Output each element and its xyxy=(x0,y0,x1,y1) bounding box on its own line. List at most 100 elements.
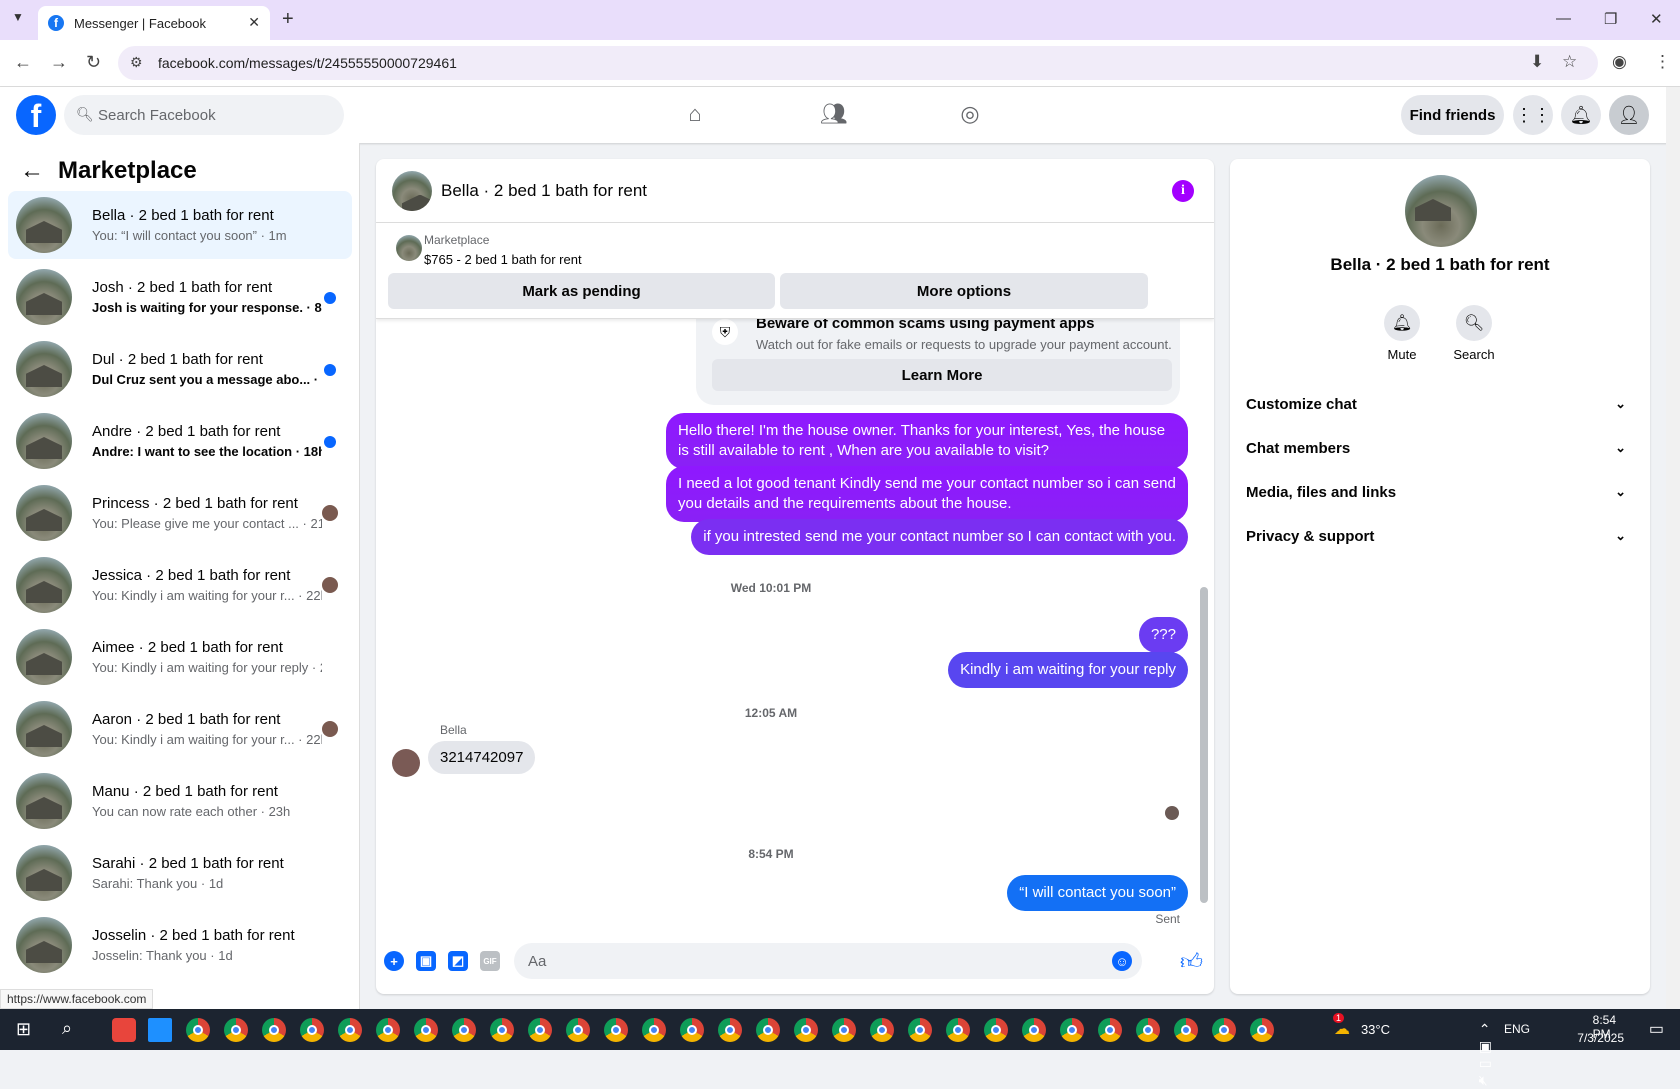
chrome-window-icon[interactable] xyxy=(528,1018,552,1042)
mute-button[interactable]: 🔔︎ Mute xyxy=(1372,305,1432,362)
conversation-item[interactable]: Sarahi · 2 bed 1 bath for rent Sarahi: Th… xyxy=(8,839,352,907)
info-icon[interactable]: i xyxy=(1172,180,1194,202)
details-avatar[interactable] xyxy=(1405,175,1477,247)
chrome-window-icon[interactable] xyxy=(186,1018,210,1042)
conversation-item[interactable]: Manu · 2 bed 1 bath for rent You can now … xyxy=(8,767,352,835)
sender-avatar[interactable] xyxy=(392,749,420,777)
paint-app-icon[interactable] xyxy=(112,1018,136,1042)
learn-more-button[interactable]: Learn More xyxy=(712,359,1172,391)
url-field[interactable]: ⚙ facebook.com/messages/t/24555550000729… xyxy=(118,46,1598,80)
chrome-window-icon[interactable] xyxy=(338,1018,362,1042)
chrome-window-icon[interactable] xyxy=(262,1018,286,1042)
tray-icons[interactable]: ⌃ ▣ ▭ 🔇︎ xyxy=(1479,1021,1492,1089)
conversation-item[interactable]: Jessica · 2 bed 1 bath for rent You: Kind… xyxy=(8,551,352,619)
chrome-window-icon[interactable] xyxy=(414,1018,438,1042)
chrome-window-icon[interactable] xyxy=(1060,1018,1084,1042)
page-scrollbar[interactable] xyxy=(1666,87,1680,1009)
chrome-window-icon[interactable] xyxy=(718,1018,742,1042)
incoming-message[interactable]: 3214742097 xyxy=(428,741,536,774)
notifications-bell-icon[interactable]: 🔔︎ xyxy=(1561,95,1601,135)
privacy-support-section[interactable]: Privacy & support ⌄ xyxy=(1246,514,1634,558)
menu-grid-icon[interactable]: ⋮⋮ xyxy=(1513,95,1553,135)
forward-arrow-icon[interactable]: → xyxy=(50,52,68,73)
minimize-icon[interactable]: — xyxy=(1556,10,1571,27)
customize-chat-section[interactable]: Customize chat ⌄ xyxy=(1246,382,1634,426)
outgoing-message[interactable]: if you intrested send me your contact nu… xyxy=(691,519,1188,555)
home-icon[interactable]: ⌂ xyxy=(682,101,708,127)
conversation-item[interactable]: Aaron · 2 bed 1 bath for rent You: Kindly… xyxy=(8,695,352,763)
site-settings-icon[interactable]: ⚙ xyxy=(130,54,143,71)
close-tab-icon[interactable]: ✕ xyxy=(248,14,260,31)
chrome-window-icon[interactable] xyxy=(1022,1018,1046,1042)
scrollbar-thumb[interactable] xyxy=(1200,587,1208,903)
groups-icon[interactable]: ◎ xyxy=(957,101,983,127)
more-options-button[interactable]: More options xyxy=(780,273,1148,309)
search-in-chat-button[interactable]: 🔍︎ Search xyxy=(1444,305,1504,362)
chrome-window-icon[interactable] xyxy=(870,1018,894,1042)
outgoing-message[interactable]: ??? xyxy=(1138,617,1188,653)
account-avatar[interactable]: 👤︎ xyxy=(1609,95,1649,135)
chrome-window-icon[interactable] xyxy=(908,1018,932,1042)
chrome-window-icon[interactable] xyxy=(794,1018,818,1042)
restore-icon[interactable]: ❐ xyxy=(1604,10,1617,28)
chrome-window-icon[interactable] xyxy=(1174,1018,1198,1042)
conversation-item[interactable]: Princess · 2 bed 1 bath for rent You: Ple… xyxy=(8,479,352,547)
conversation-item[interactable]: Josselin · 2 bed 1 bath for rent Josselin… xyxy=(8,911,352,979)
window-close-icon[interactable]: ✕ xyxy=(1650,10,1663,28)
conversation-item[interactable]: Andre · 2 bed 1 bath for rent Andre: I wa… xyxy=(8,407,352,475)
tab-search-chevron-icon[interactable]: ▼ xyxy=(12,10,24,24)
media-files-section[interactable]: Media, files and links ⌄ xyxy=(1246,470,1634,514)
outgoing-message[interactable]: Hello there! I'm the house owner. Thanks… xyxy=(666,413,1188,469)
sticker-icon[interactable]: ◩ xyxy=(448,951,468,971)
facebook-search-input[interactable]: 🔍︎ Search Facebook xyxy=(64,95,344,135)
chrome-window-icon[interactable] xyxy=(756,1018,780,1042)
install-app-icon[interactable]: ⬇ xyxy=(1530,52,1544,72)
mark-as-pending-button[interactable]: Mark as pending xyxy=(388,273,775,309)
chrome-window-icon[interactable] xyxy=(642,1018,666,1042)
browser-menu-icon[interactable]: ⋮ xyxy=(1654,52,1671,72)
plus-icon[interactable]: + xyxy=(384,951,404,971)
search-icon[interactable]: ⌕ xyxy=(62,1018,72,1039)
notifications-icon[interactable]: ▭ xyxy=(1649,1019,1664,1039)
chat-avatar[interactable] xyxy=(392,170,432,211)
clock-date[interactable]: 7/3/2025 xyxy=(1577,1031,1624,1045)
back-arrow-icon[interactable]: ← xyxy=(14,52,32,73)
browser-tab[interactable]: f Messenger | Facebook ✕ xyxy=(38,6,270,40)
chat-title[interactable]: Bella · 2 bed 1 bath for rent xyxy=(441,181,647,201)
file-explorer-icon[interactable] xyxy=(148,1018,172,1042)
chat-members-section[interactable]: Chat members ⌄ xyxy=(1246,426,1634,470)
new-tab-button[interactable]: + xyxy=(282,8,294,31)
chrome-window-icon[interactable] xyxy=(224,1018,248,1042)
thumbs-up-icon[interactable]: 👍︎ xyxy=(1180,948,1203,975)
outgoing-message[interactable]: Kindly i am waiting for your reply xyxy=(948,652,1188,688)
chrome-window-icon[interactable] xyxy=(984,1018,1008,1042)
chrome-window-icon[interactable] xyxy=(680,1018,704,1042)
chrome-window-icon[interactable] xyxy=(452,1018,476,1042)
chrome-window-icon[interactable] xyxy=(490,1018,514,1042)
chrome-window-icon[interactable] xyxy=(946,1018,970,1042)
profile-icon[interactable]: ◉ xyxy=(1612,52,1627,72)
back-arrow-icon[interactable]: ← xyxy=(20,157,44,185)
chrome-window-icon[interactable] xyxy=(376,1018,400,1042)
gif-icon[interactable]: GIF xyxy=(480,951,500,971)
chrome-window-icon[interactable] xyxy=(1250,1018,1274,1042)
language-indicator[interactable]: ENG xyxy=(1504,1022,1530,1036)
conversation-item[interactable]: Aimee · 2 bed 1 bath for rent You: Kindly… xyxy=(8,623,352,691)
reload-icon[interactable]: ↻ xyxy=(86,52,101,73)
chrome-window-icon[interactable] xyxy=(1212,1018,1236,1042)
chrome-window-icon[interactable] xyxy=(604,1018,628,1042)
thread-scrollbar[interactable] xyxy=(1200,319,1208,919)
attach-image-icon[interactable]: ▣ xyxy=(416,951,436,971)
outgoing-message[interactable]: “I will contact you soon” xyxy=(1007,875,1188,911)
windows-start-icon[interactable]: ⊞ xyxy=(16,1019,31,1040)
outgoing-message[interactable]: I need a lot good tenant Kindly send me … xyxy=(666,466,1188,522)
chrome-window-icon[interactable] xyxy=(832,1018,856,1042)
chrome-window-icon[interactable] xyxy=(300,1018,324,1042)
message-input[interactable]: Aa ☺ xyxy=(514,943,1142,979)
find-friends-button[interactable]: Find friends xyxy=(1401,95,1504,135)
facebook-logo-icon[interactable]: f xyxy=(16,95,56,135)
friends-icon[interactable]: 👥︎ xyxy=(820,101,848,127)
chrome-window-icon[interactable] xyxy=(1098,1018,1122,1042)
conversation-item[interactable]: Josh · 2 bed 1 bath for rent Josh is wait… xyxy=(8,263,352,331)
listing-thumbnail[interactable] xyxy=(396,235,422,261)
